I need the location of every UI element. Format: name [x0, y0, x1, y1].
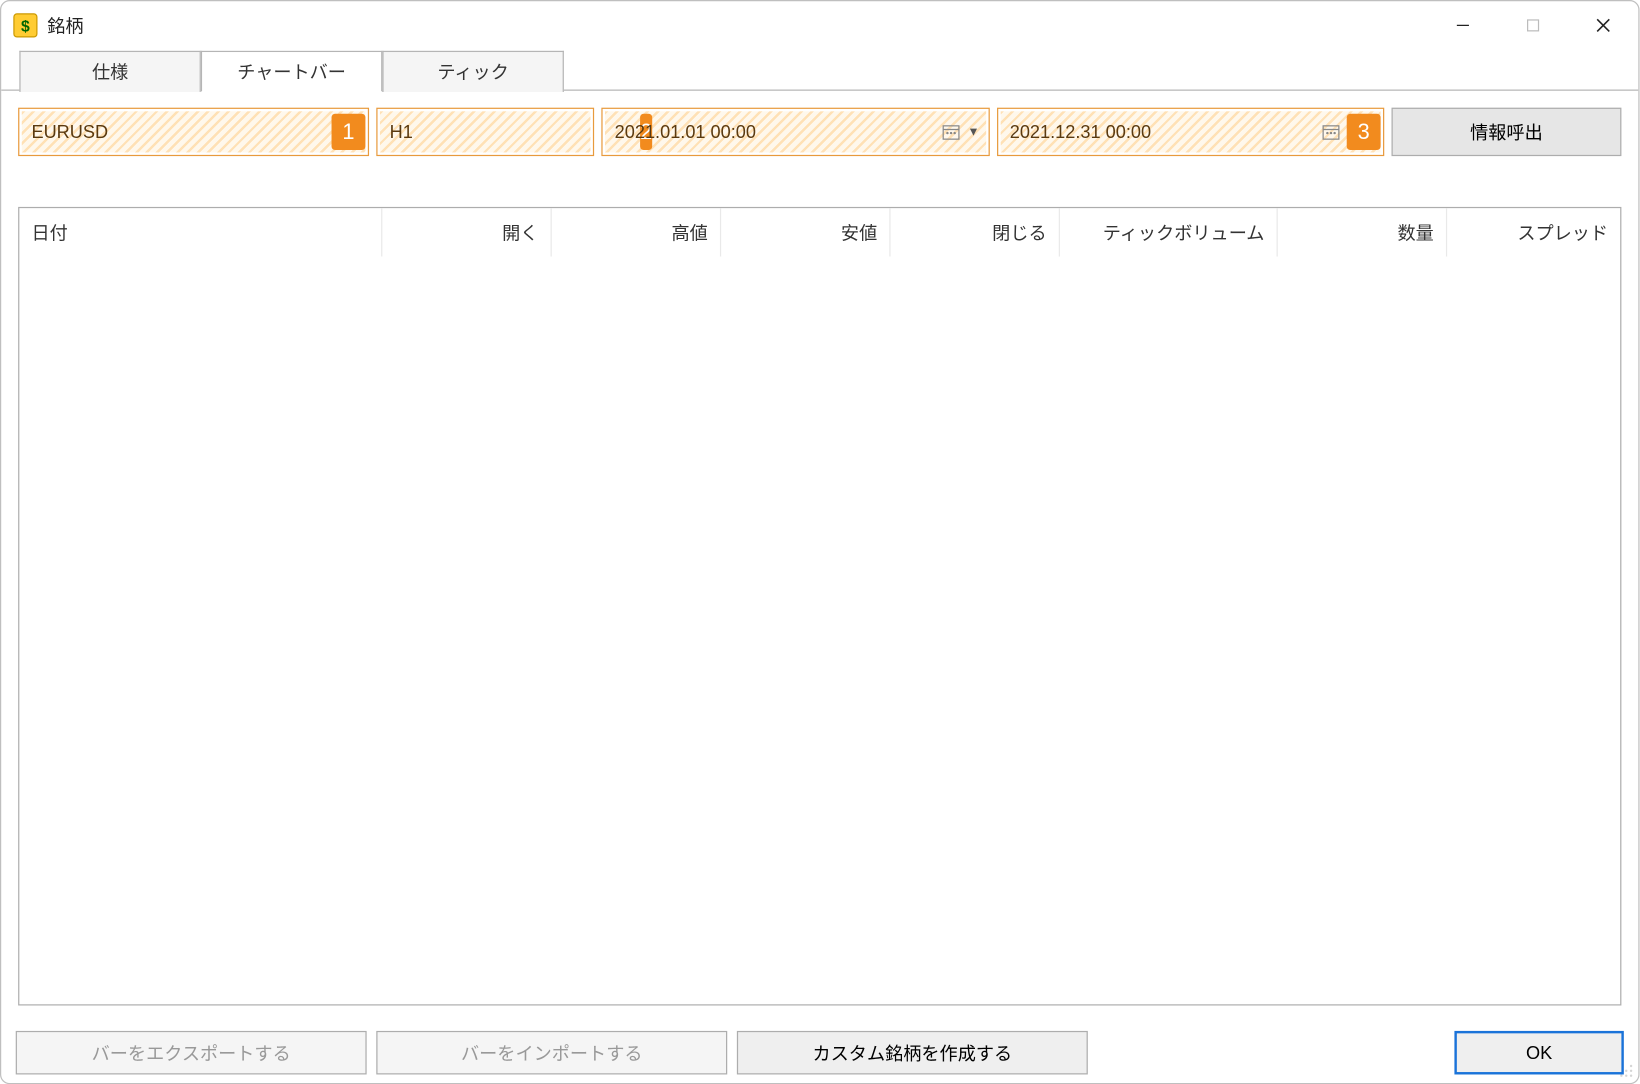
grid-header: 日付 開く 高値 安値 閉じる ティックボリューム 数量 スプレッド [19, 208, 1620, 256]
to-date-field[interactable]: 3 [996, 108, 1384, 156]
annotation-badge-1: 1 [332, 114, 366, 150]
chevron-down-icon[interactable]: ▼ [966, 125, 981, 138]
close-icon [1595, 17, 1612, 34]
from-date-field[interactable]: ▼ [601, 108, 989, 156]
calendar-icon[interactable] [940, 121, 962, 143]
title-bar: $ 銘柄 [1, 1, 1638, 49]
app-icon: $ [13, 13, 37, 37]
data-grid[interactable]: 日付 開く 高値 安値 閉じる ティックボリューム 数量 スプレッド [18, 207, 1621, 1006]
filter-toolbar: 1 2 ▼ 3 情報呼出 [18, 108, 1621, 156]
from-date-input[interactable] [605, 114, 940, 150]
tab-ticks[interactable]: ティック [382, 51, 564, 92]
col-spread[interactable]: スプレッド [1447, 208, 1620, 256]
tab-specification[interactable]: 仕様 [19, 51, 201, 92]
symbol-input[interactable] [22, 114, 332, 150]
timeframe-input[interactable] [380, 114, 640, 150]
close-button[interactable] [1568, 1, 1638, 49]
minimize-icon [1456, 18, 1471, 33]
col-volume[interactable]: 数量 [1278, 208, 1447, 256]
col-close[interactable]: 閉じる [891, 208, 1060, 256]
resize-grip-icon[interactable] [1619, 1064, 1634, 1079]
ok-button[interactable]: OK [1454, 1031, 1623, 1075]
symbol-field[interactable]: 1 [18, 108, 369, 156]
tab-bar: 仕様 チャートバー ティック [1, 50, 1638, 91]
tab-chart-bars[interactable]: チャートバー [201, 51, 383, 92]
window-title: 銘柄 [47, 13, 83, 38]
bottom-button-bar: バーをエクスポートする バーをインポートする カスタム銘柄を作成する OK [1, 1022, 1638, 1083]
annotation-badge-3: 3 [1347, 114, 1381, 150]
minimize-button[interactable] [1428, 1, 1498, 49]
maximize-icon [1526, 18, 1541, 33]
timeframe-field[interactable]: 2 [376, 108, 594, 156]
col-open[interactable]: 開く [382, 208, 551, 256]
import-bars-button[interactable]: バーをインポートする [376, 1031, 727, 1075]
maximize-button[interactable] [1498, 1, 1568, 49]
content-area: 1 2 ▼ 3 情報呼出 [1, 90, 1638, 1023]
to-date-input[interactable] [1000, 114, 1320, 150]
col-date[interactable]: 日付 [19, 208, 382, 256]
col-tick-volume[interactable]: ティックボリューム [1060, 208, 1278, 256]
grid-body-empty [19, 257, 1620, 1005]
calendar-icon[interactable] [1320, 121, 1342, 143]
export-bars-button[interactable]: バーをエクスポートする [16, 1031, 367, 1075]
col-high[interactable]: 高値 [552, 208, 721, 256]
create-custom-symbol-button[interactable]: カスタム銘柄を作成する [737, 1031, 1088, 1075]
col-low[interactable]: 安値 [721, 208, 890, 256]
request-button[interactable]: 情報呼出 [1392, 108, 1622, 156]
